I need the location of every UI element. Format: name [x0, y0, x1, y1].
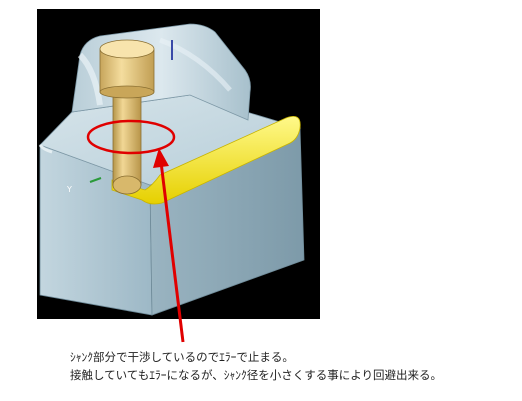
caption-line-2: 接触していてもｴﾗｰになるが、ｼｬﾝｸ径を小さくする事により回避出来る。	[70, 368, 443, 382]
tool-holder-bottom	[99, 85, 155, 99]
tool-ball-tip	[112, 175, 142, 195]
caption-line-1: ｼｬﾝｸ部分で干渉しているのでｴﾗｰで止まる。	[70, 350, 294, 364]
cad-scene: Y	[38, 23, 305, 343]
tool-holder-top	[99, 39, 155, 59]
y-axis-label: Y	[66, 185, 72, 194]
caption: ｼｬﾝｸ部分で干渉しているのでｴﾗｰで止まる。 接触していてもｴﾗｰになるが、ｼ…	[70, 348, 520, 384]
tool-shank	[112, 89, 142, 186]
